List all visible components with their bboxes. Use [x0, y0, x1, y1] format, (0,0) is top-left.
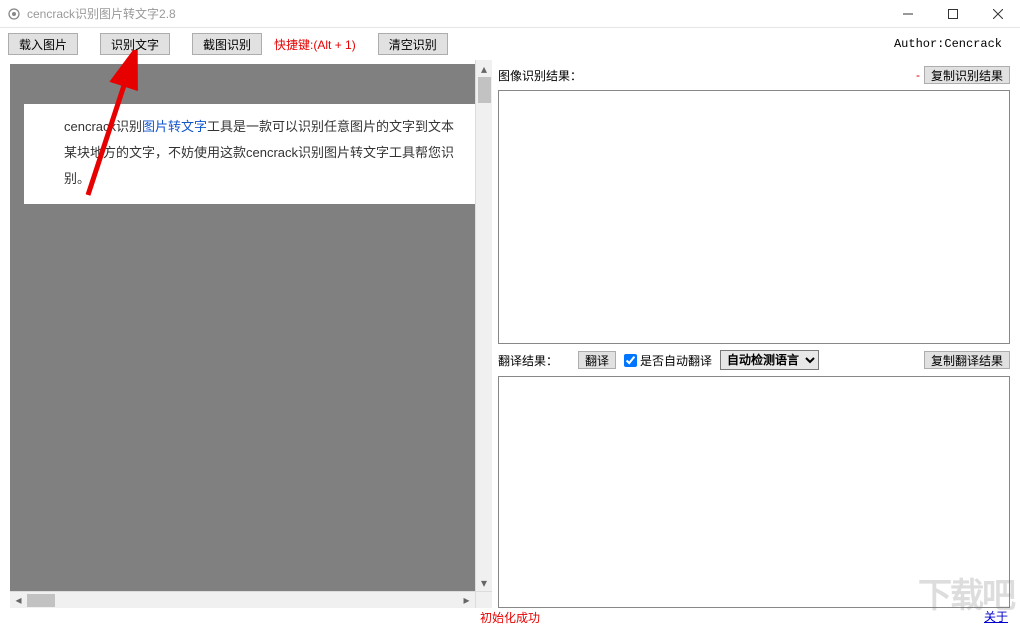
right-pane: 图像识别结果： - 复制识别结果 翻译结果： 翻译 是否自动翻译 自动检测语言 …: [492, 60, 1020, 608]
window-title: cencrack识别图片转文字2.8: [27, 5, 176, 22]
sample-line2: 某块地方的文字，不妨使用这款cencrack识别图片转文字工具帮您识别。: [64, 140, 469, 192]
window-controls: [885, 0, 1020, 28]
minimize-button[interactable]: [885, 0, 930, 28]
recognize-text-button[interactable]: 识别文字: [100, 33, 170, 55]
ocr-result-label: 图像识别结果：: [498, 67, 582, 84]
image-pane: cencrack识别图片转文字工具是一款可以识别任意图片的文字到文本 某块地方的…: [0, 60, 492, 608]
scroll-down-icon[interactable]: ▾: [476, 574, 493, 591]
scroll-up-icon[interactable]: ▴: [476, 60, 493, 77]
auto-translate-checkbox[interactable]: [624, 354, 637, 367]
load-image-button[interactable]: 载入图片: [8, 33, 78, 55]
ocr-result-textarea[interactable]: [498, 90, 1010, 344]
ocr-dash: -: [916, 68, 920, 82]
translate-result-label: 翻译结果：: [498, 352, 558, 369]
language-select[interactable]: 自动检测语言: [720, 350, 819, 370]
hotkey-label: 快捷键:(Alt + 1): [274, 36, 356, 53]
main-area: cencrack识别图片转文字工具是一款可以识别任意图片的文字到文本 某块地方的…: [0, 60, 1020, 608]
maximize-button[interactable]: [930, 0, 975, 28]
vscroll-thumb[interactable]: [478, 77, 491, 103]
auto-translate-label: 是否自动翻译: [640, 352, 712, 369]
copy-translate-button[interactable]: 复制翻译结果: [924, 351, 1010, 369]
horizontal-scrollbar[interactable]: ◂ ▸: [10, 591, 475, 608]
sample-link[interactable]: 图片转文字: [142, 119, 207, 134]
copy-ocr-button[interactable]: 复制识别结果: [924, 66, 1010, 84]
scroll-right-icon[interactable]: ▸: [458, 592, 475, 609]
scrollbar-corner: [475, 591, 492, 608]
screenshot-recognize-button[interactable]: 截图识别: [192, 33, 262, 55]
translate-result-textarea[interactable]: [498, 376, 1010, 608]
titlebar: cencrack识别图片转文字2.8: [0, 0, 1020, 28]
translate-button[interactable]: 翻译: [578, 351, 616, 369]
sample-line1-pre: cencrack识别: [64, 119, 142, 134]
author-label: Author:Cencrack: [894, 37, 1002, 51]
about-link[interactable]: 关于: [984, 608, 1008, 625]
status-message: 初始化成功: [480, 609, 540, 626]
toolbar: 载入图片 识别文字 截图识别 快捷键:(Alt + 1) 清空识别 Author…: [0, 28, 1020, 60]
status-bar: 初始化成功: [0, 607, 1020, 627]
auto-translate-checkbox-wrap[interactable]: 是否自动翻译: [624, 352, 712, 369]
app-icon: [6, 6, 22, 22]
close-button[interactable]: [975, 0, 1020, 28]
hscroll-thumb[interactable]: [27, 594, 55, 607]
translate-header: 翻译结果： 翻译 是否自动翻译 自动检测语言 复制翻译结果: [498, 350, 1010, 370]
image-viewport[interactable]: cencrack识别图片转文字工具是一款可以识别任意图片的文字到文本 某块地方的…: [10, 64, 475, 591]
clear-recognition-button[interactable]: 清空识别: [378, 33, 448, 55]
sample-text: cencrack识别图片转文字工具是一款可以识别任意图片的文字到文本 某块地方的…: [24, 104, 475, 204]
ocr-header: 图像识别结果： - 复制识别结果: [498, 66, 1010, 84]
sample-line1-post: 工具是一款可以识别任意图片的文字到文本: [207, 119, 454, 134]
vertical-scrollbar[interactable]: ▴ ▾: [475, 60, 492, 591]
scroll-left-icon[interactable]: ◂: [10, 592, 27, 609]
